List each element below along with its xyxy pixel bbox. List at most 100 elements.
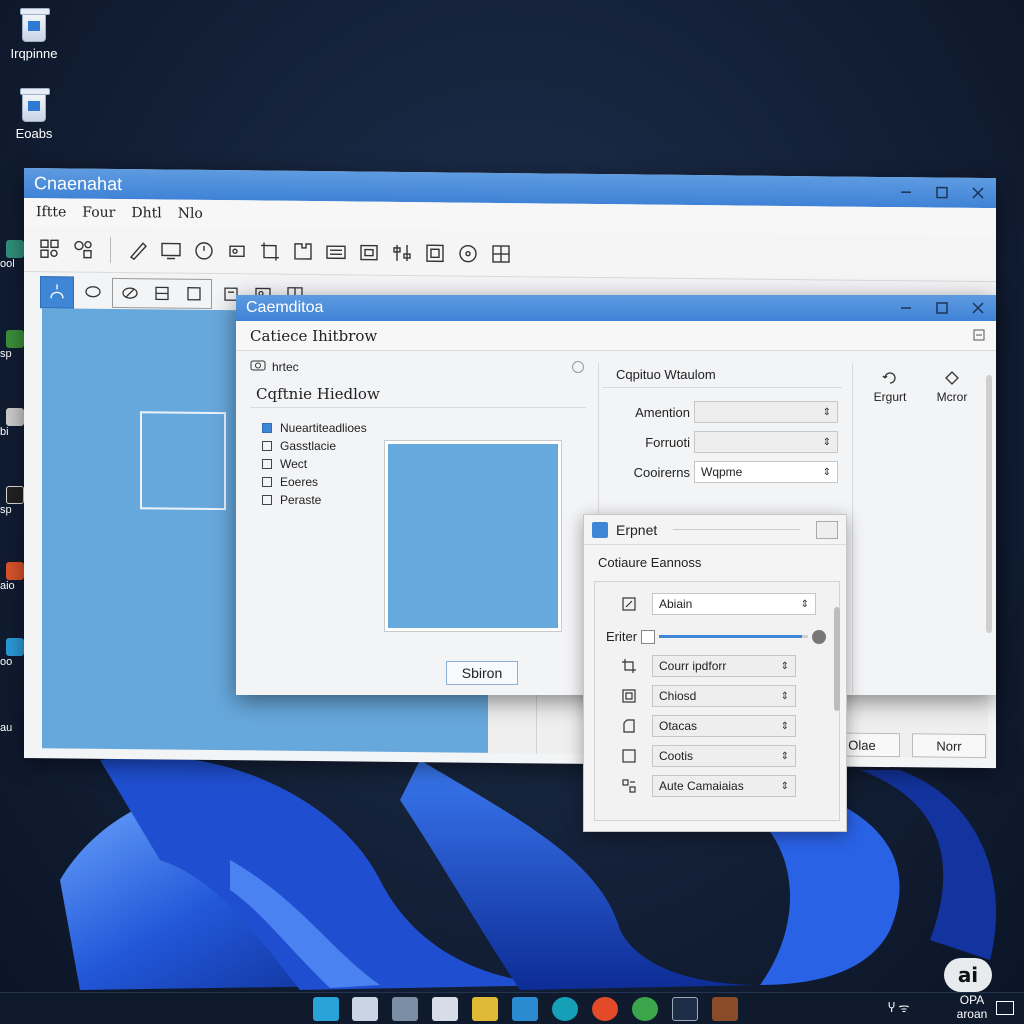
desktop-edge-icon-7[interactable]: au [0,722,26,762]
abiain-select[interactable]: Abiain ⇕ [652,593,816,615]
maximize-button[interactable] [924,177,960,207]
timer-icon[interactable] [192,238,216,262]
menu-four[interactable]: Four [82,205,115,221]
crop-icon[interactable] [258,239,282,263]
chrome-icon[interactable] [592,997,618,1021]
desktop-edge-icon-4[interactable]: sp [0,486,26,526]
tool-shapes-icon[interactable] [71,237,95,261]
app-icon [6,486,24,504]
slider-label: Eriter [606,629,638,644]
desktop-edge-icon-2[interactable]: sp [0,330,26,370]
dialog-maximize-button[interactable] [924,295,960,321]
list-item-label: Gasstlacie [280,439,337,453]
eraser-icon[interactable] [149,281,175,305]
forruoti-select[interactable]: ⇕ [694,431,838,453]
desktop-icon-documents[interactable]: Eoabs [4,86,64,141]
cooirerns-select[interactable]: Wqpme ⇕ [694,461,838,483]
tray-icons[interactable]: Ⴤ ᯤ [888,999,909,1016]
menu-file[interactable]: Iftte [36,204,66,220]
stamp-icon[interactable] [225,239,249,263]
desktop-edge-icon-5[interactable]: aio [0,562,26,602]
keyboard-icon[interactable] [324,240,348,264]
rotate-icon [862,369,918,390]
screen-icon[interactable] [159,238,183,262]
scrollbar[interactable] [986,375,992,633]
pin-icon[interactable] [972,328,986,346]
square-icon [262,495,272,505]
edge-browser-icon[interactable] [552,997,578,1021]
tray-clock[interactable]: OPA aroan [952,993,992,1021]
brush-icon[interactable] [117,281,143,305]
square-icon [620,747,638,765]
desktop-edge-icon-3[interactable]: bi [0,408,26,448]
close-button[interactable] [960,178,996,208]
puzzle-icon[interactable] [291,239,315,263]
info-icon[interactable] [572,361,584,373]
expand-icon[interactable] [816,520,838,539]
preview-image [384,440,562,632]
aute-select[interactable]: Aute Camaiaias ⇕ [652,775,796,797]
store-icon[interactable] [512,997,538,1021]
start-icon[interactable] [313,997,339,1021]
chiosd-select[interactable]: Chiosd ⇕ [652,685,796,707]
target-icon[interactable] [456,241,480,265]
tool-grid-icon[interactable] [38,237,62,261]
sliders-icon[interactable] [390,240,414,264]
menu-nlo[interactable]: Nlo [178,206,203,222]
slider-min-icon [641,629,656,644]
dialog-close-button[interactable] [960,295,996,321]
desktop-edge-icon-6[interactable]: oo [0,638,26,678]
list-item[interactable]: Nueartiteadlioes [262,419,367,437]
edge-label: oo [0,656,13,668]
menu-dhtl[interactable]: Dhtl [131,205,161,221]
pencil-icon[interactable] [126,238,150,262]
list-item[interactable]: Gasstlacie [262,437,367,455]
rotate-action[interactable]: Ergurt [862,369,918,404]
notification-icon[interactable] [996,1001,1014,1015]
square-icon [262,423,272,433]
folder-icon[interactable] [472,997,498,1021]
ai-badge[interactable]: ai [944,958,992,992]
eriter-slider[interactable] [659,635,808,638]
list-item[interactable]: Peraste [262,491,367,509]
selection-rectangle[interactable] [140,411,226,511]
desktop-edge-icon-1[interactable]: ool [0,240,26,280]
minimize-button[interactable] [888,177,924,207]
otacas-select[interactable]: Otacas ⇕ [652,715,796,737]
list-item[interactable]: Eoeres [262,473,367,491]
select-tool-icon[interactable] [40,276,74,309]
dialog-minimize-button[interactable] [888,295,924,321]
amention-select[interactable]: ⇕ [694,401,838,423]
settings-icon[interactable] [392,997,418,1021]
mirror-action[interactable]: Mcror [924,369,980,404]
select-value: Cootis [659,749,694,763]
lasso-icon[interactable] [80,281,106,305]
desktop-icon-label: Eoabs [15,126,53,141]
panel-titlebar: Erpnet [584,515,846,545]
list-item[interactable]: Wect [262,455,367,473]
film-icon[interactable] [423,241,447,265]
desktop-icon-label: Irqpinne [10,46,58,61]
desktop-icon-recycle-bin[interactable]: Irqpinne [4,6,64,61]
chevron-updown-icon: ⇕ [780,750,789,762]
document-bin-icon [17,86,51,124]
explorer-icon[interactable] [352,997,378,1021]
norr-button[interactable]: Norr [912,733,986,759]
dialog-header: Catiece Ihitbrow [236,321,996,351]
frame-icon[interactable] [357,240,381,264]
layout-icon[interactable] [489,241,513,265]
media-icon[interactable] [712,997,738,1021]
mail-icon[interactable] [432,997,458,1021]
cootis-select[interactable]: Cootis ⇕ [652,745,796,767]
submit-button[interactable]: Sbiron [446,661,518,685]
panel-row: Otacas ⇕ [620,715,796,737]
app-green-icon[interactable] [632,997,658,1021]
courr-select[interactable]: Courr ipdforr ⇕ [652,655,796,677]
square-icon [262,477,272,487]
taskbar: Ⴤ ᯤ OPA aroan [0,992,1024,1024]
terminal-icon[interactable] [672,997,698,1021]
fill-icon[interactable] [181,282,207,306]
edge-label: bi [0,426,9,438]
panel-scrollbar[interactable] [834,607,840,711]
slider-knob[interactable] [812,629,826,644]
